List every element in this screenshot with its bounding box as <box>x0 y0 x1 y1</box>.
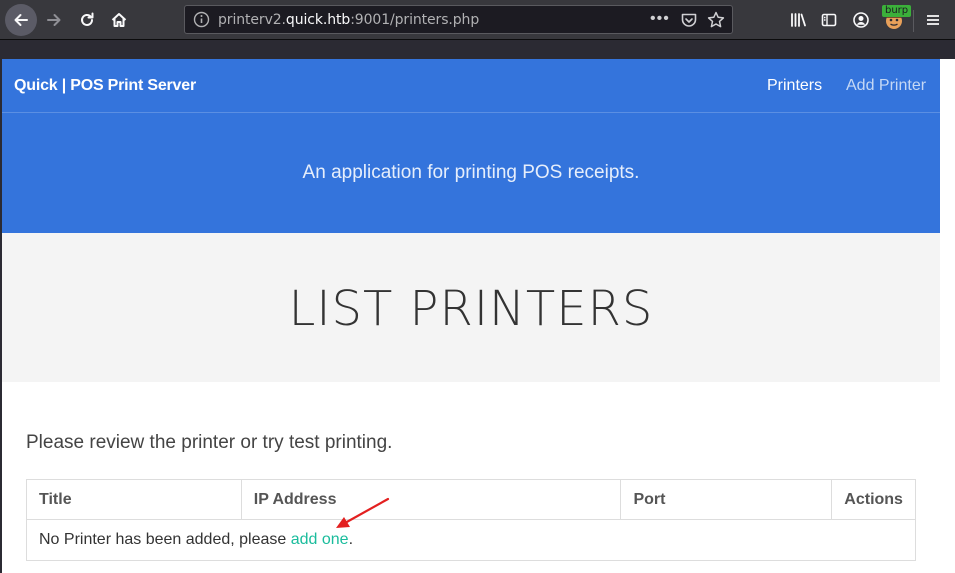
nav-link-add-printer[interactable]: Add Printer <box>846 77 926 95</box>
bookmark-star-icon[interactable] <box>706 10 726 30</box>
sidebar-button[interactable] <box>817 8 841 32</box>
empty-state-end: . <box>348 531 354 548</box>
page-title-text: LIST PRINTERS <box>288 281 654 337</box>
scrollbar-area[interactable] <box>940 59 955 573</box>
back-button[interactable] <box>5 4 37 36</box>
url-suffix: :9001/printers.php <box>350 12 480 28</box>
column-header-actions: Actions <box>831 479 916 520</box>
printers-table: Title IP Address Port Actions No Printer… <box>26 479 916 561</box>
page-viewport: Quick | POS Print Server Printers Add Pr… <box>2 59 940 573</box>
pocket-icon[interactable] <box>680 11 698 29</box>
intro-text: Please review the printer or try test pr… <box>26 432 393 453</box>
arrow-left-icon <box>14 14 28 26</box>
reload-button[interactable] <box>71 4 103 36</box>
url-text[interactable]: printerv2.quick.htb:9001/printers.php <box>218 12 479 28</box>
table-header-row: Title IP Address Port Actions <box>26 479 916 520</box>
url-bar[interactable]: printerv2.quick.htb:9001/printers.php ••… <box>184 5 733 34</box>
empty-state-cell: No Printer has been added, please add on… <box>26 519 916 561</box>
home-button[interactable] <box>103 4 135 36</box>
info-icon[interactable] <box>193 11 210 28</box>
page-actions-button[interactable]: ••• <box>650 10 670 28</box>
page-title: LIST PRINTERS <box>2 281 940 337</box>
page-banner: LIST PRINTERS <box>2 233 940 382</box>
viewport-top-edge <box>0 40 955 59</box>
toolbar-divider <box>913 10 914 32</box>
hamburger-menu-icon <box>927 15 939 25</box>
nav-link-printers[interactable]: Printers <box>767 77 822 95</box>
url-prefix: printerv2. <box>218 12 286 28</box>
forward-button[interactable] <box>38 4 70 36</box>
sidebar-icon <box>821 13 837 27</box>
site-brand[interactable]: Quick | POS Print Server <box>14 77 196 95</box>
library-button[interactable] <box>786 8 810 32</box>
home-icon <box>111 13 127 27</box>
column-header-ip-address: IP Address <box>240 479 622 520</box>
hero-section: An application for printing POS receipts… <box>2 113 940 233</box>
column-header-port: Port <box>620 479 833 520</box>
reload-icon <box>81 12 94 26</box>
empty-state-text: No Printer has been added, please <box>39 531 291 548</box>
url-host: quick.htb <box>285 12 351 28</box>
site-navbar: Quick | POS Print Server Printers Add Pr… <box>2 59 940 113</box>
menu-button[interactable] <box>921 8 945 32</box>
add-one-link[interactable]: add one <box>291 531 349 548</box>
table-row: No Printer has been added, please add on… <box>26 519 916 561</box>
library-icon <box>791 13 806 27</box>
browser-toolbar: printerv2.quick.htb:9001/printers.php ••… <box>0 0 955 40</box>
arrow-right-icon <box>47 14 61 26</box>
burp-badge: burp <box>882 5 912 17</box>
account-icon <box>853 12 869 28</box>
account-button[interactable] <box>849 8 873 32</box>
hero-tagline: An application for printing POS receipts… <box>302 162 640 183</box>
column-header-title: Title <box>26 479 242 520</box>
